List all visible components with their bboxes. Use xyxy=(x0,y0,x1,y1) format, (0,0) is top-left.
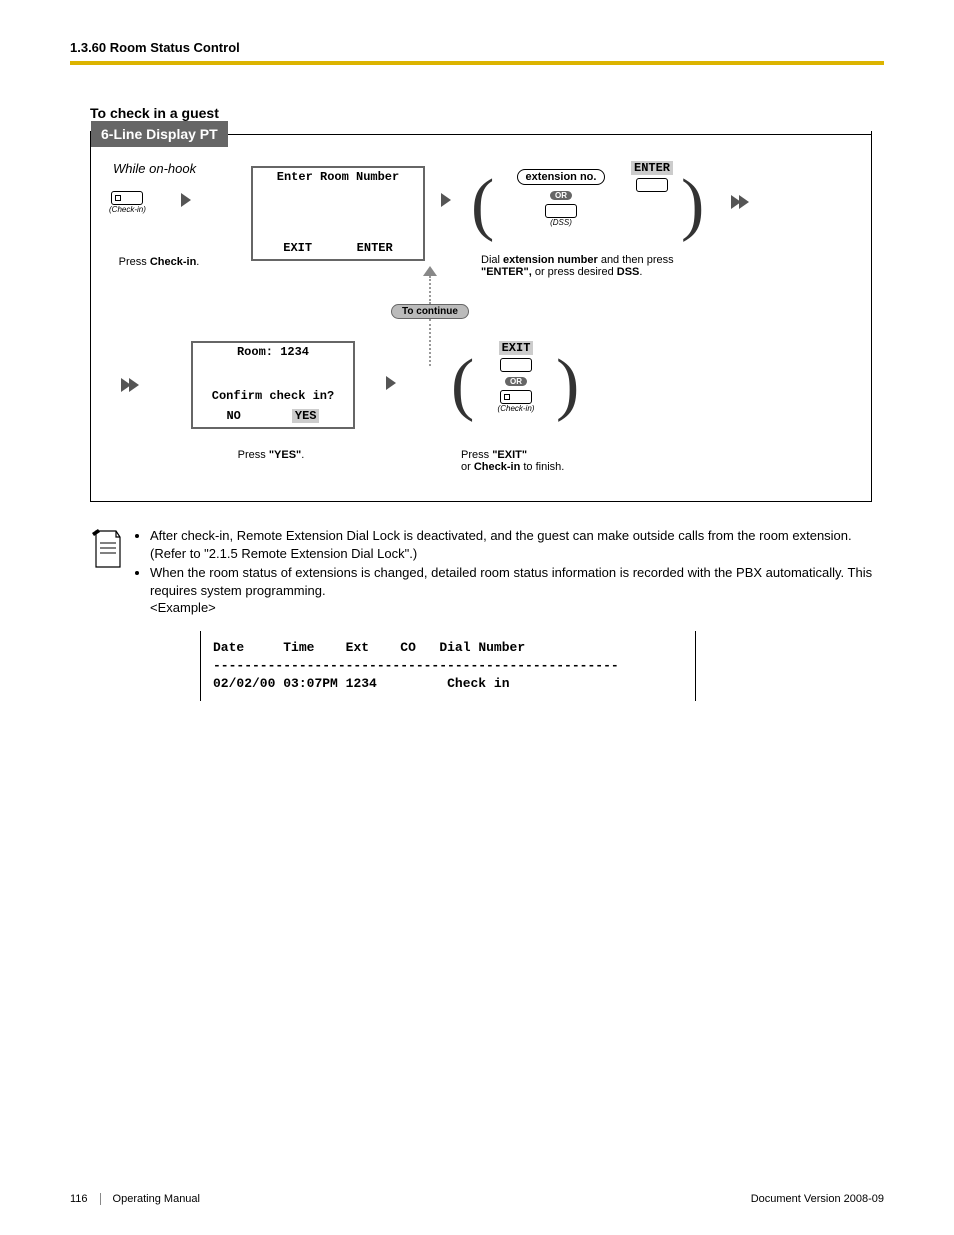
subheading: To check in a guest xyxy=(90,105,884,121)
checkin-button-icon xyxy=(500,390,532,404)
section-header: 1.3.60 Room Status Control xyxy=(70,40,884,55)
dial-caption: Dial extension number and then press "EN… xyxy=(481,254,741,278)
right-paren-icon: ) xyxy=(556,357,579,413)
or-pill: OR xyxy=(550,191,572,200)
arrow-right-icon xyxy=(386,376,396,390)
note-item: When the room status of extensions is ch… xyxy=(150,564,884,617)
or-pill: OR xyxy=(505,377,527,386)
checkin-caption: (Check-in) xyxy=(109,205,146,214)
display1-prompt: Enter Room Number xyxy=(253,170,423,184)
procedure-box: 6-Line Display PT While on-hook (Check-i… xyxy=(90,131,872,502)
manual-title: Operating Manual xyxy=(113,1193,200,1205)
extension-no-pill: extension no. xyxy=(517,169,606,185)
dss-button-icon xyxy=(545,204,577,218)
log-divider: ----------------------------------------… xyxy=(213,658,619,673)
example-log-box: Date Time Ext CO Dial Number -----------… xyxy=(200,631,696,702)
display-confirm: Room: 1234 Confirm check in? NO YES xyxy=(191,341,355,429)
display1-enter: ENTER xyxy=(357,241,393,255)
exit-softkey: EXIT xyxy=(499,341,534,355)
checkin-caption: (Check-in) xyxy=(498,404,535,413)
finish-caption: Press "EXIT" or Check-in to finish. xyxy=(461,449,564,473)
box-title: 6-Line Display PT xyxy=(91,121,228,147)
document-version: Document Version 2008-09 xyxy=(751,1193,884,1205)
display2-room: Room: 1234 xyxy=(193,345,353,359)
log-header-row: Date Time Ext CO Dial Number xyxy=(213,640,525,655)
while-on-hook: While on-hook xyxy=(113,161,196,176)
right-paren-icon: ) xyxy=(681,177,704,233)
log-data-row: 02/02/00 03:07PM 1234 Check in xyxy=(213,676,510,691)
continue-line xyxy=(429,319,431,366)
note-item: After check-in, Remote Extension Dial Lo… xyxy=(150,527,884,562)
press-checkin-caption: Press Check-in. xyxy=(109,256,209,268)
dss-caption: (DSS) xyxy=(550,218,572,227)
display1-exit: EXIT xyxy=(283,241,312,255)
notes-list: After check-in, Remote Extension Dial Lo… xyxy=(130,527,884,617)
header-rule xyxy=(70,61,884,65)
arrow-right-icon xyxy=(739,195,749,209)
exit-button-icon xyxy=(500,358,532,372)
display2-question: Confirm check in? xyxy=(193,389,353,403)
display-enter-room: Enter Room Number EXIT ENTER xyxy=(251,166,425,261)
display2-yes: YES xyxy=(292,409,320,423)
enter-button-icon xyxy=(636,178,668,192)
arrow-right-icon xyxy=(129,378,139,392)
arrow-right-icon xyxy=(181,193,191,207)
enter-softkey: ENTER xyxy=(631,161,673,175)
checkin-button-icon xyxy=(111,191,143,205)
press-yes-caption: Press "YES". xyxy=(191,449,351,461)
arrow-right-icon xyxy=(441,193,451,207)
page-footer: 116 Operating Manual Document Version 20… xyxy=(70,1193,884,1205)
to-continue-pill: To continue xyxy=(391,304,469,319)
left-paren-icon: ( xyxy=(451,357,474,413)
page-number: 116 xyxy=(70,1193,101,1205)
note-icon xyxy=(90,527,130,574)
left-paren-icon: ( xyxy=(471,177,494,233)
box-title-line xyxy=(228,134,871,135)
display2-no: NO xyxy=(226,409,240,423)
continue-line xyxy=(429,276,431,304)
arrow-up-icon xyxy=(423,266,437,276)
